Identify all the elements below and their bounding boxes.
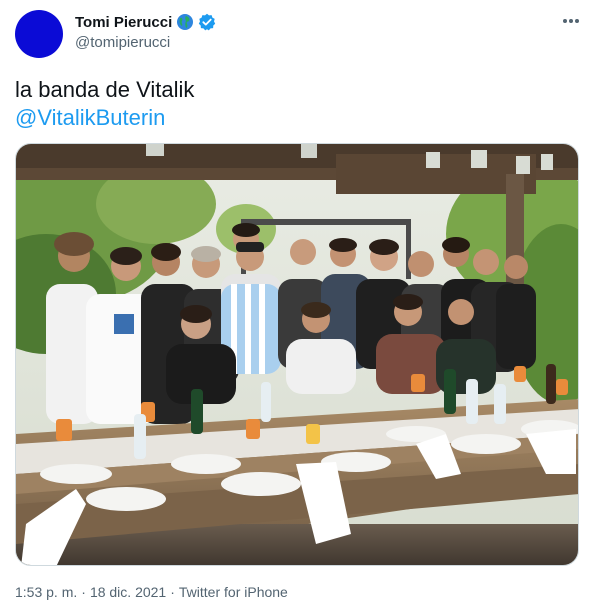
tweet: Tomi Pierucci @tomipierucci la banda de … — [0, 0, 597, 607]
display-name[interactable]: Tomi Pierucci — [75, 14, 172, 31]
meta-separator-2: · — [170, 584, 175, 600]
globe-icon — [177, 14, 194, 30]
verified-icon — [199, 13, 216, 31]
more-options-button[interactable] — [560, 10, 582, 32]
tweet-metadata: 1:53 p. m. · 18 dic. 2021 · Twitter for … — [15, 584, 288, 600]
author-name-row: Tomi Pierucci — [75, 13, 216, 31]
more-icon — [563, 19, 579, 23]
meta-separator: · — [81, 584, 86, 600]
tweet-date[interactable]: 18 dic. 2021 — [90, 584, 166, 600]
mention-link[interactable]: @VitalikButerin — [15, 104, 165, 132]
group-photo — [16, 144, 578, 565]
tweet-text: la banda de Vitalik — [15, 77, 195, 102]
tweet-time[interactable]: 1:53 p. m. — [15, 584, 77, 600]
avatar[interactable] — [15, 10, 63, 58]
author-handle[interactable]: @tomipierucci — [75, 34, 170, 51]
tweet-source[interactable]: Twitter for iPhone — [179, 584, 288, 600]
tweet-photo[interactable] — [15, 143, 579, 566]
